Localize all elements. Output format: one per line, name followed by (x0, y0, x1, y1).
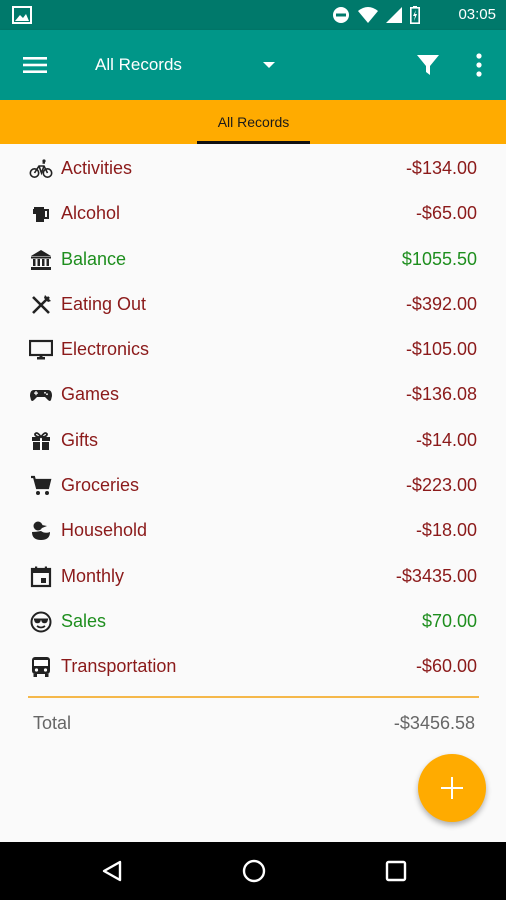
do-not-disturb-icon (333, 7, 349, 23)
more-vert-icon[interactable] (472, 52, 486, 78)
total-divider (28, 696, 479, 698)
menu-icon[interactable] (22, 53, 48, 77)
status-bar: 03:05 (0, 0, 506, 30)
category-row-monthly[interactable]: Monthly -$3435.00 (0, 554, 506, 599)
category-name: Household (61, 520, 148, 541)
total-label: Total (33, 713, 72, 733)
add-record-button[interactable] (418, 754, 486, 822)
duck-icon (29, 519, 53, 543)
records-spinner[interactable]: All Records (95, 50, 285, 80)
category-name: Alcohol (61, 203, 121, 224)
category-row-groceries[interactable]: Groceries -$223.00 (0, 463, 506, 508)
category-amount: -$223.00 (405, 475, 477, 496)
filter-icon[interactable] (416, 53, 440, 77)
signal-icon (386, 7, 402, 23)
recents-icon[interactable] (384, 859, 408, 883)
status-time: 03:05 (458, 6, 496, 23)
beer-icon (29, 202, 53, 226)
category-name: Games (61, 384, 120, 405)
category-name: Electronics (61, 339, 150, 360)
category-amount: -$18.00 (415, 520, 477, 541)
bank-icon (29, 248, 53, 272)
category-amount: -$14.00 (415, 429, 477, 450)
category-amount: $1055.50 (401, 248, 477, 269)
category-amount: -$392.00 (405, 293, 477, 314)
battery-charging-icon (410, 6, 420, 24)
tab-bar: All Records (0, 100, 506, 144)
plus-icon (441, 777, 463, 799)
status-icons (332, 6, 420, 24)
gamepad-icon (29, 383, 53, 407)
category-name: Groceries (61, 475, 140, 496)
category-row-transportation[interactable]: Transportation -$60.00 (0, 644, 506, 689)
category-row-alcohol[interactable]: Alcohol -$65.00 (0, 191, 506, 236)
category-name: Eating Out (61, 293, 147, 314)
bus-icon (29, 655, 53, 679)
gift-icon (29, 429, 53, 453)
category-name: Monthly (61, 565, 125, 586)
category-row-eating-out[interactable]: Eating Out -$392.00 (0, 282, 506, 327)
category-amount: -$3435.00 (395, 565, 477, 586)
home-icon[interactable] (242, 859, 266, 883)
gallery-icon (12, 6, 32, 24)
back-icon[interactable] (100, 859, 124, 883)
tab-all-records[interactable]: All Records (197, 100, 310, 144)
total-value: -$3456.58 (393, 713, 475, 733)
category-row-gifts[interactable]: Gifts -$14.00 (0, 418, 506, 463)
sunglasses-face-icon (29, 610, 53, 634)
category-list: Activities -$134.00 Alcohol -$65.00 Bala… (0, 146, 506, 690)
system-nav-bar (0, 842, 506, 900)
category-amount: -$60.00 (415, 656, 477, 677)
category-row-sales[interactable]: Sales $70.00 (0, 599, 506, 644)
category-name: Sales (61, 610, 107, 631)
category-name: Activities (61, 158, 133, 178)
cart-icon (29, 474, 53, 498)
category-name: Balance (61, 248, 127, 269)
category-amount: -$65.00 (415, 203, 477, 224)
category-name: Transportation (61, 656, 177, 677)
category-amount: -$134.00 (405, 158, 477, 178)
category-row-games[interactable]: Games -$136.08 (0, 372, 506, 417)
category-row-balance[interactable]: Balance $1055.50 (0, 237, 506, 282)
wifi-icon (358, 7, 378, 23)
cutlery-icon (29, 293, 53, 317)
monitor-icon (29, 338, 53, 362)
calendar-icon (29, 565, 53, 589)
category-row-household[interactable]: Household -$18.00 (0, 508, 506, 553)
category-row-electronics[interactable]: Electronics -$105.00 (0, 327, 506, 372)
spinner-label: All Records (95, 55, 182, 74)
app-toolbar: All Records (0, 30, 506, 100)
tab-indicator (197, 141, 310, 144)
category-amount: -$105.00 (405, 339, 477, 360)
category-row-activities[interactable]: Activities -$134.00 (0, 146, 506, 191)
category-name: Gifts (61, 429, 99, 450)
dropdown-arrow-icon (263, 62, 275, 68)
category-amount: -$136.08 (405, 384, 477, 405)
bicycle-icon (29, 157, 53, 181)
category-amount: $70.00 (421, 610, 477, 631)
